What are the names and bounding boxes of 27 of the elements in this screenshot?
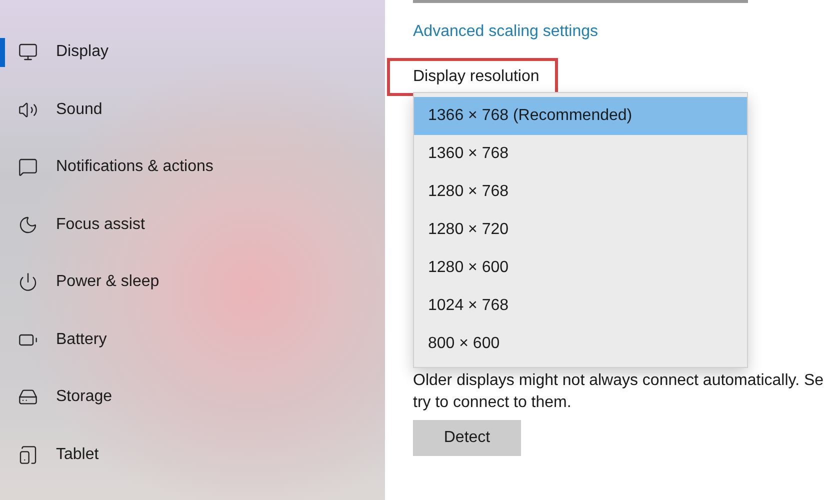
resolution-option[interactable]: 1280 × 768 bbox=[414, 173, 747, 211]
sidebar-item[interactable]: Battery bbox=[0, 311, 385, 368]
sidebar-item[interactable]: Focus assist bbox=[0, 196, 385, 254]
advanced-scaling-link[interactable]: Advanced scaling settings bbox=[413, 22, 598, 42]
sidebar-item[interactable]: Power & sleep bbox=[0, 254, 385, 311]
speaker-icon bbox=[18, 100, 38, 120]
resolution-option[interactable]: 800 × 600 bbox=[414, 325, 747, 363]
resolution-option[interactable]: 1366 × 768 (Recommended) bbox=[414, 97, 747, 135]
sidebar-item[interactable]: Display bbox=[0, 24, 385, 81]
monitor-icon bbox=[18, 42, 38, 62]
sidebar-item[interactable]: Tablet bbox=[0, 426, 385, 484]
resolution-option[interactable]: 1280 × 720 bbox=[414, 211, 747, 249]
resolution-option[interactable]: 1024 × 768 bbox=[414, 287, 747, 325]
sidebar-item[interactable]: Notifications & actions bbox=[0, 138, 385, 196]
moon-icon bbox=[18, 214, 38, 235]
detect-button[interactable]: Detect bbox=[413, 420, 521, 456]
tablet-icon bbox=[18, 444, 38, 465]
resolution-option[interactable]: 1360 × 768 bbox=[414, 135, 747, 173]
selection-indicator bbox=[0, 38, 5, 66]
resolution-option[interactable]: 1280 × 600 bbox=[414, 249, 747, 287]
sidebar-item[interactable]: Storage bbox=[0, 368, 385, 426]
power-icon bbox=[18, 272, 38, 292]
description-text: Older displays might not always connect automatically. Se bbox=[413, 371, 825, 391]
hard-drive-icon bbox=[18, 387, 38, 408]
speech-bubble-icon bbox=[18, 157, 38, 178]
description-text: try to connect to them. bbox=[413, 393, 572, 413]
sidebar-item[interactable]: Sound bbox=[0, 81, 385, 138]
